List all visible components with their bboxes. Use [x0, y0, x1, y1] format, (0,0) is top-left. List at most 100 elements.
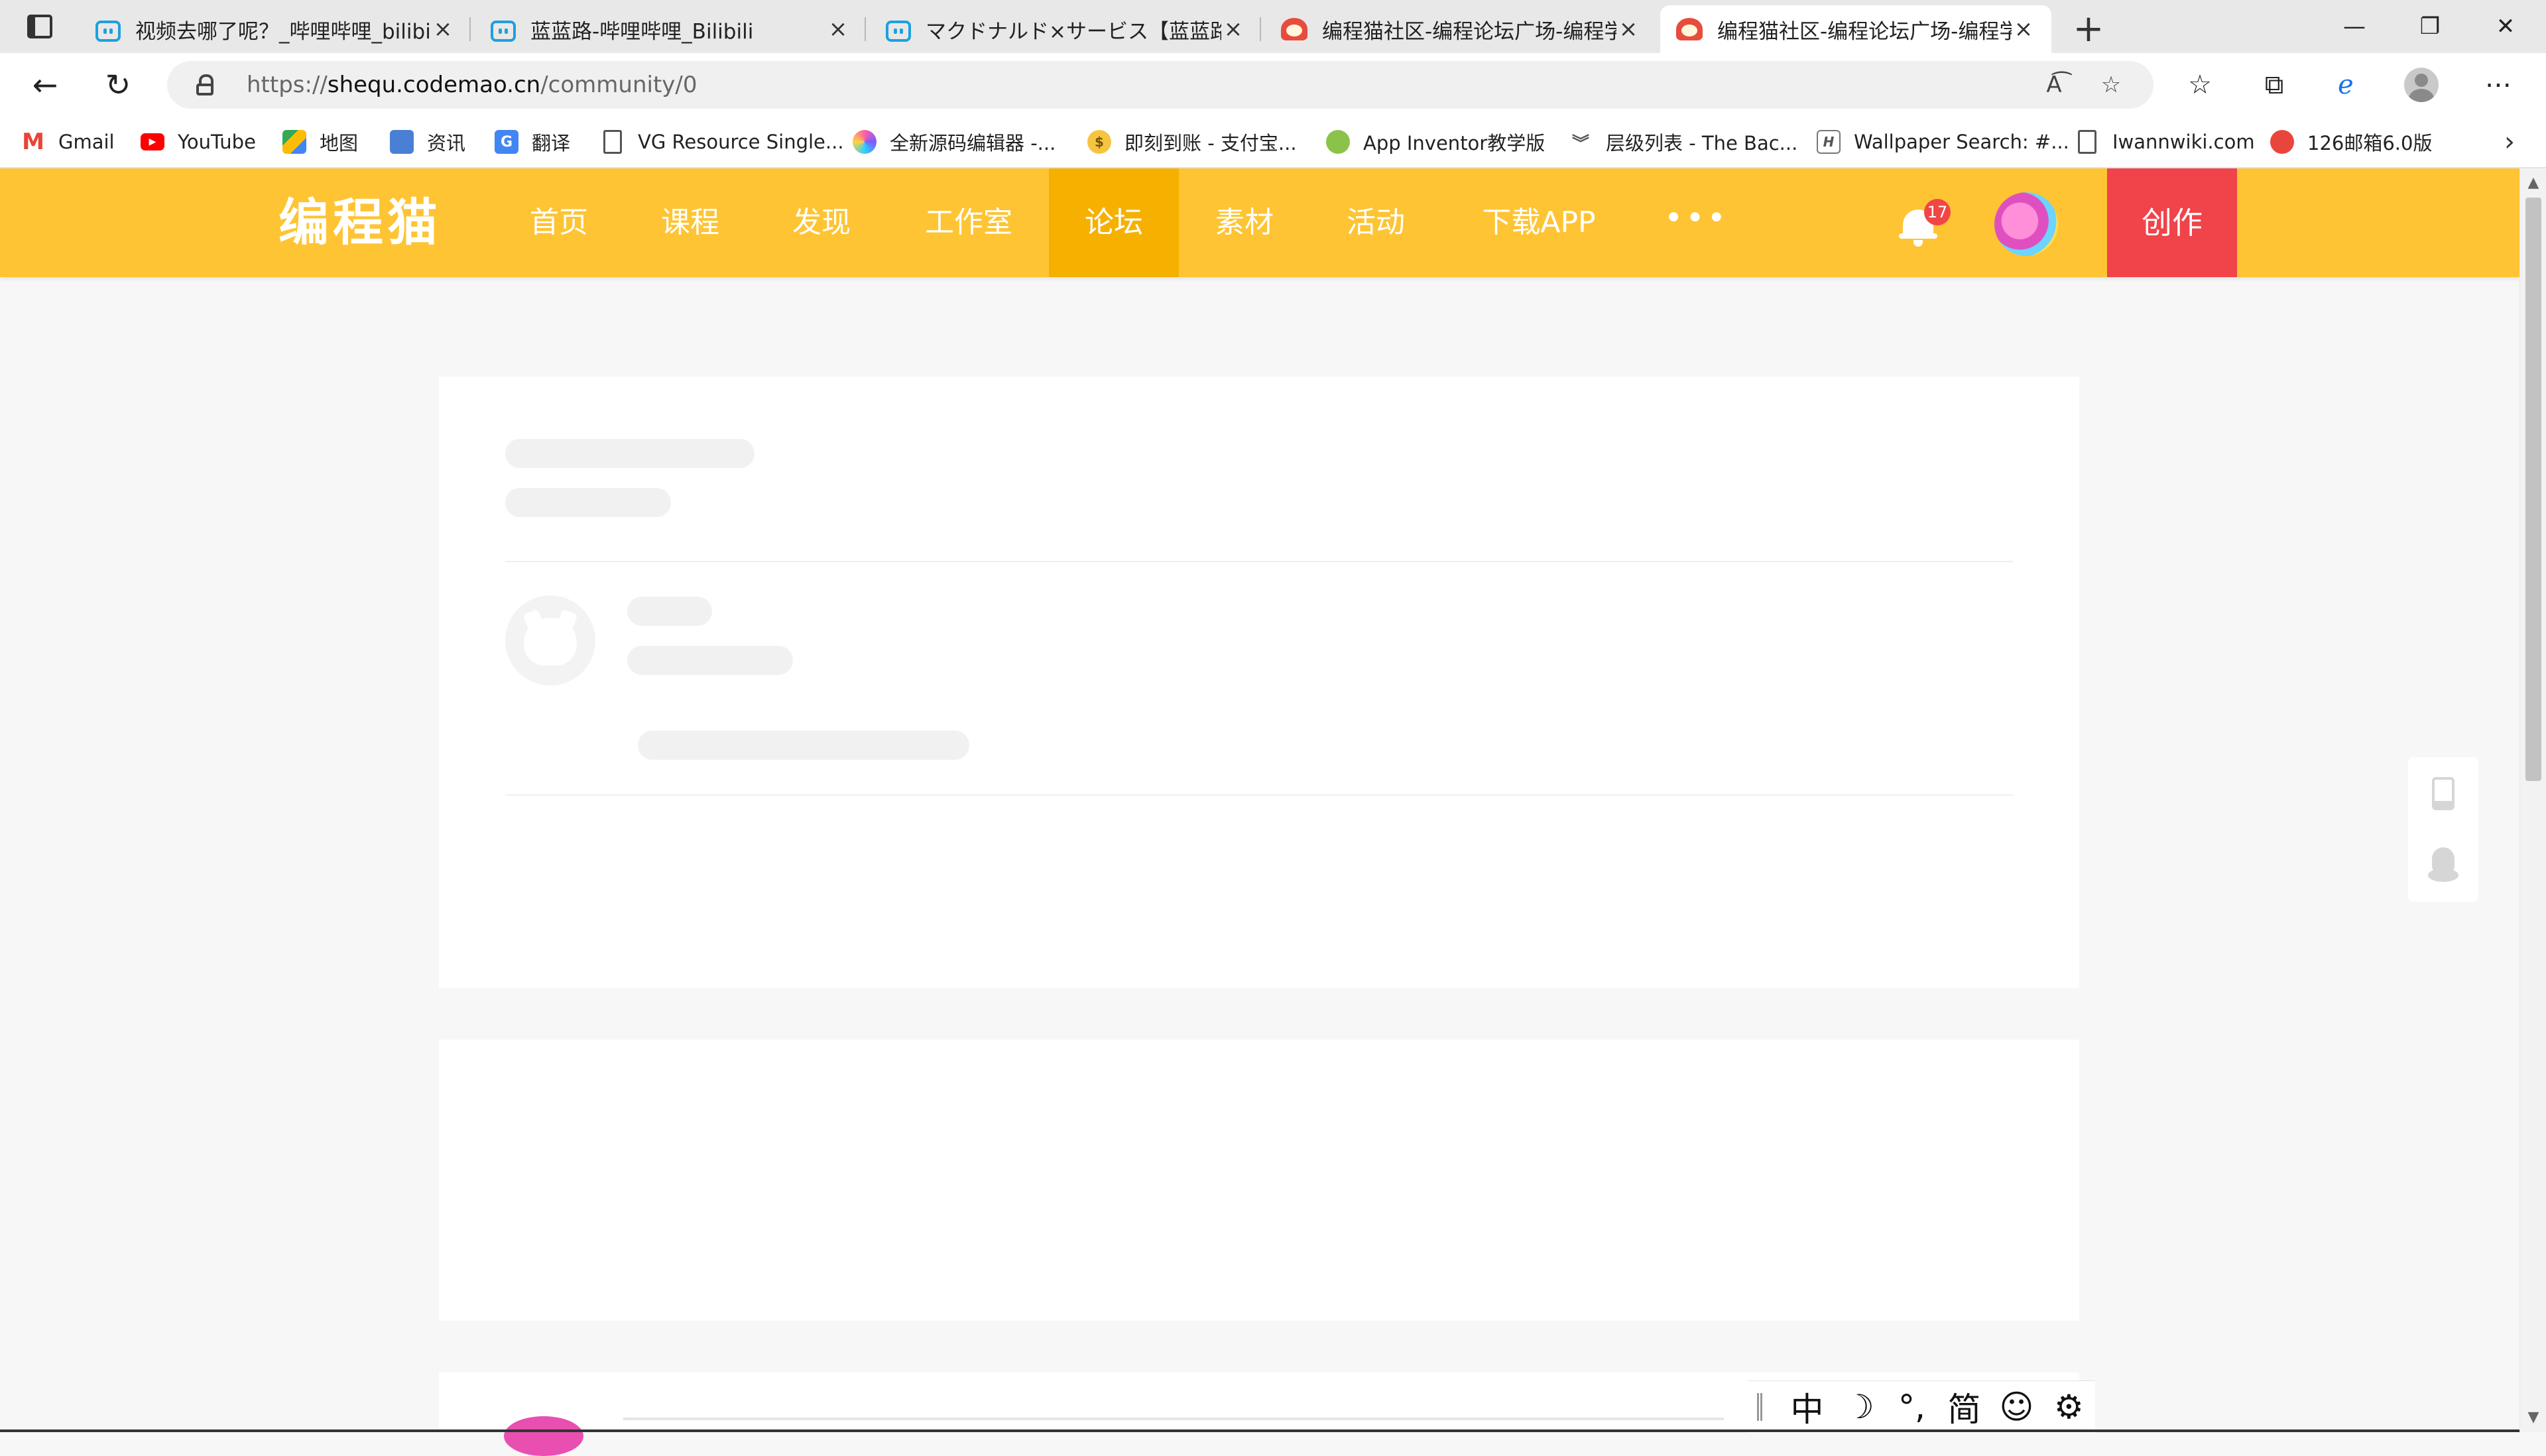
- nav-studio[interactable]: 工作室: [906, 168, 1032, 277]
- bookmark-label: 资讯: [427, 132, 466, 154]
- create-button[interactable]: 创作: [2107, 168, 2237, 277]
- placeholder-avatar: [505, 595, 595, 686]
- browser-tab[interactable]: 蓝蓝路-哔哩哔哩_Bilibili ×: [475, 5, 866, 53]
- nav-discover[interactable]: 发现: [772, 168, 871, 277]
- skeleton-body-line: [638, 731, 969, 760]
- browser-toolbar: ← ↻ https://shequ.codemao.cn/community/0…: [0, 53, 2546, 117]
- bookmark-item[interactable]: 126邮箱6.0版: [2270, 117, 2432, 167]
- bookmark-item[interactable]: 地图: [282, 117, 358, 167]
- app-inventor-icon: [1326, 130, 1350, 154]
- mobile-app-icon[interactable]: [2432, 777, 2455, 810]
- post-author-avatar[interactable]: [504, 1416, 583, 1456]
- minimize-window-button[interactable]: —: [2318, 0, 2391, 53]
- browser-tab[interactable]: 视频去哪了呢？_哔哩哔哩_bilibili ×: [80, 5, 471, 53]
- close-window-button[interactable]: ✕: [2469, 0, 2542, 53]
- lock-icon[interactable]: [196, 74, 213, 95]
- gmail-icon: M: [22, 129, 44, 155]
- tab-title: マクドナルド×サービス【蓝蓝路: [926, 19, 1221, 44]
- url-scheme: https://: [247, 72, 328, 98]
- profile-avatar[interactable]: [2404, 68, 2439, 102]
- bookmark-item[interactable]: H Wallpaper Search: #...: [1817, 117, 2069, 167]
- floating-side-panel: [2408, 757, 2478, 902]
- nav-more-icon[interactable]: •••: [1664, 168, 1728, 277]
- nav-courses[interactable]: 课程: [640, 168, 740, 277]
- scroll-up-arrow-icon[interactable]: ▲: [2520, 171, 2546, 195]
- youtube-icon: ▶: [141, 133, 164, 151]
- bookmarks-overflow-chevron-icon[interactable]: ›: [2493, 117, 2526, 167]
- page-scrollbar[interactable]: ▲ ▼: [2519, 168, 2546, 1432]
- url-text[interactable]: https://shequ.codemao.cn/community/0: [247, 61, 697, 109]
- bookmarks-bar: M Gmail ▶ YouTube 地图 资讯 G 翻译 VG Resource…: [0, 117, 2546, 168]
- nav-materials[interactable]: 素材: [1195, 168, 1294, 277]
- bookmark-item[interactable]: ︾ 层级列表 - The Bac...: [1569, 117, 1797, 167]
- favorites-icon[interactable]: ☆: [2179, 64, 2221, 106]
- close-tab-icon[interactable]: ×: [1616, 17, 1640, 41]
- bookmark-item[interactable]: 资讯: [390, 117, 465, 167]
- close-tab-icon[interactable]: ×: [431, 17, 455, 41]
- ime-chinese-mode[interactable]: 中: [1781, 1383, 1833, 1431]
- tab-title: 蓝蓝路-哔哩哔哩_Bilibili: [530, 19, 754, 44]
- url-domain: shequ.codemao.cn: [327, 72, 541, 98]
- bookmark-item[interactable]: 全新源码编辑器 -...: [853, 117, 1056, 167]
- ime-toolbar: 中 ☽ °, 简 ☺ ⚙: [1748, 1380, 2095, 1433]
- ime-drag-handle[interactable]: [1757, 1393, 1762, 1421]
- user-avatar[interactable]: [1994, 192, 2058, 256]
- bookmark-label: App Inventor教学版: [1363, 132, 1546, 154]
- qq-icon[interactable]: [2428, 847, 2458, 882]
- scroll-down-arrow-icon[interactable]: ▼: [2520, 1406, 2546, 1429]
- ime-punctuation-icon[interactable]: °,: [1886, 1388, 1938, 1426]
- site-logo[interactable]: 编程猫: [278, 168, 442, 277]
- close-tab-icon[interactable]: ×: [1221, 17, 1245, 41]
- settings-more-icon[interactable]: ⋯: [2477, 64, 2519, 106]
- skeleton-title-line: [505, 439, 755, 468]
- money-bag-icon: $: [1087, 130, 1111, 154]
- ime-halfwidth-moon-icon[interactable]: ☽: [1833, 1388, 1886, 1426]
- codemao-icon: [1281, 18, 1307, 40]
- post-input-edge: [623, 1418, 1724, 1420]
- codemao-icon: [1676, 18, 1703, 40]
- new-tab-button[interactable]: +: [2069, 5, 2108, 53]
- card-divider: [505, 794, 2013, 796]
- bookmark-item[interactable]: App Inventor教学版: [1326, 117, 1545, 167]
- nav-events[interactable]: 活动: [1326, 168, 1425, 277]
- restore-window-button[interactable]: ❐: [2394, 0, 2466, 53]
- bookmark-item[interactable]: VG Resource Single...: [601, 117, 844, 167]
- skeleton-author-line: [627, 597, 712, 626]
- add-favorite-icon[interactable]: ☆: [2095, 69, 2127, 101]
- back-button[interactable]: ←: [24, 64, 66, 106]
- bookmark-item[interactable]: ▶ YouTube: [141, 117, 256, 167]
- bookmark-item[interactable]: $ 即刻到账 - 支付宝...: [1087, 117, 1297, 167]
- nav-download-app[interactable]: 下载APP: [1456, 168, 1622, 277]
- browser-tab-strip: 视频去哪了呢？_哔哩哔哩_bilibili × 蓝蓝路-哔哩哔哩_Bilibil…: [0, 0, 2546, 53]
- read-aloud-icon[interactable]: A͡: [2038, 69, 2070, 101]
- notification-count-badge: 17: [1924, 199, 1951, 225]
- scrollbar-thumb[interactable]: [2525, 198, 2541, 781]
- card-divider: [505, 561, 2013, 562]
- bookmark-label: 126邮箱6.0版: [2307, 132, 2433, 154]
- bilibili-icon: [886, 21, 911, 42]
- bookmark-item[interactable]: G 翻译: [495, 117, 570, 167]
- refresh-button[interactable]: ↻: [97, 64, 139, 106]
- nav-home[interactable]: 首页: [509, 168, 609, 277]
- edge-extension-icon[interactable]: ℯ: [2325, 64, 2367, 106]
- editor-icon: [853, 130, 877, 154]
- ime-simplified-mode[interactable]: 简: [1938, 1383, 1990, 1431]
- post-card-skeleton: [439, 1040, 2079, 1321]
- browser-tab[interactable]: マクドナルド×サービス【蓝蓝路 ×: [870, 5, 1261, 53]
- close-tab-icon[interactable]: ×: [826, 17, 850, 41]
- address-bar[interactable]: https://shequ.codemao.cn/community/0 A͡ …: [167, 61, 2153, 109]
- close-tab-icon[interactable]: ×: [2012, 17, 2035, 41]
- ime-emoji-icon[interactable]: ☺: [1990, 1388, 2043, 1426]
- url-path: /community/0: [540, 72, 697, 98]
- tab-panel-icon: [27, 15, 52, 38]
- browser-tab[interactable]: 编程猫社区-编程论坛广场-编程学 ×: [1265, 5, 1656, 53]
- browser-tab-active[interactable]: 编程猫社区-编程论坛广场-编程学 ×: [1660, 5, 2051, 53]
- skeleton-meta-line: [627, 646, 793, 675]
- bookmark-label: Gmail: [58, 131, 115, 153]
- nav-forum[interactable]: 论坛: [1049, 168, 1179, 277]
- ime-settings-gear-icon[interactable]: ⚙: [2043, 1388, 2095, 1426]
- bookmark-item[interactable]: M Gmail: [21, 117, 115, 167]
- bookmark-item[interactable]: Iwannwiki.com: [2075, 117, 2255, 167]
- collections-icon[interactable]: ⧉: [2253, 64, 2295, 106]
- tab-actions-menu-button[interactable]: [16, 9, 64, 44]
